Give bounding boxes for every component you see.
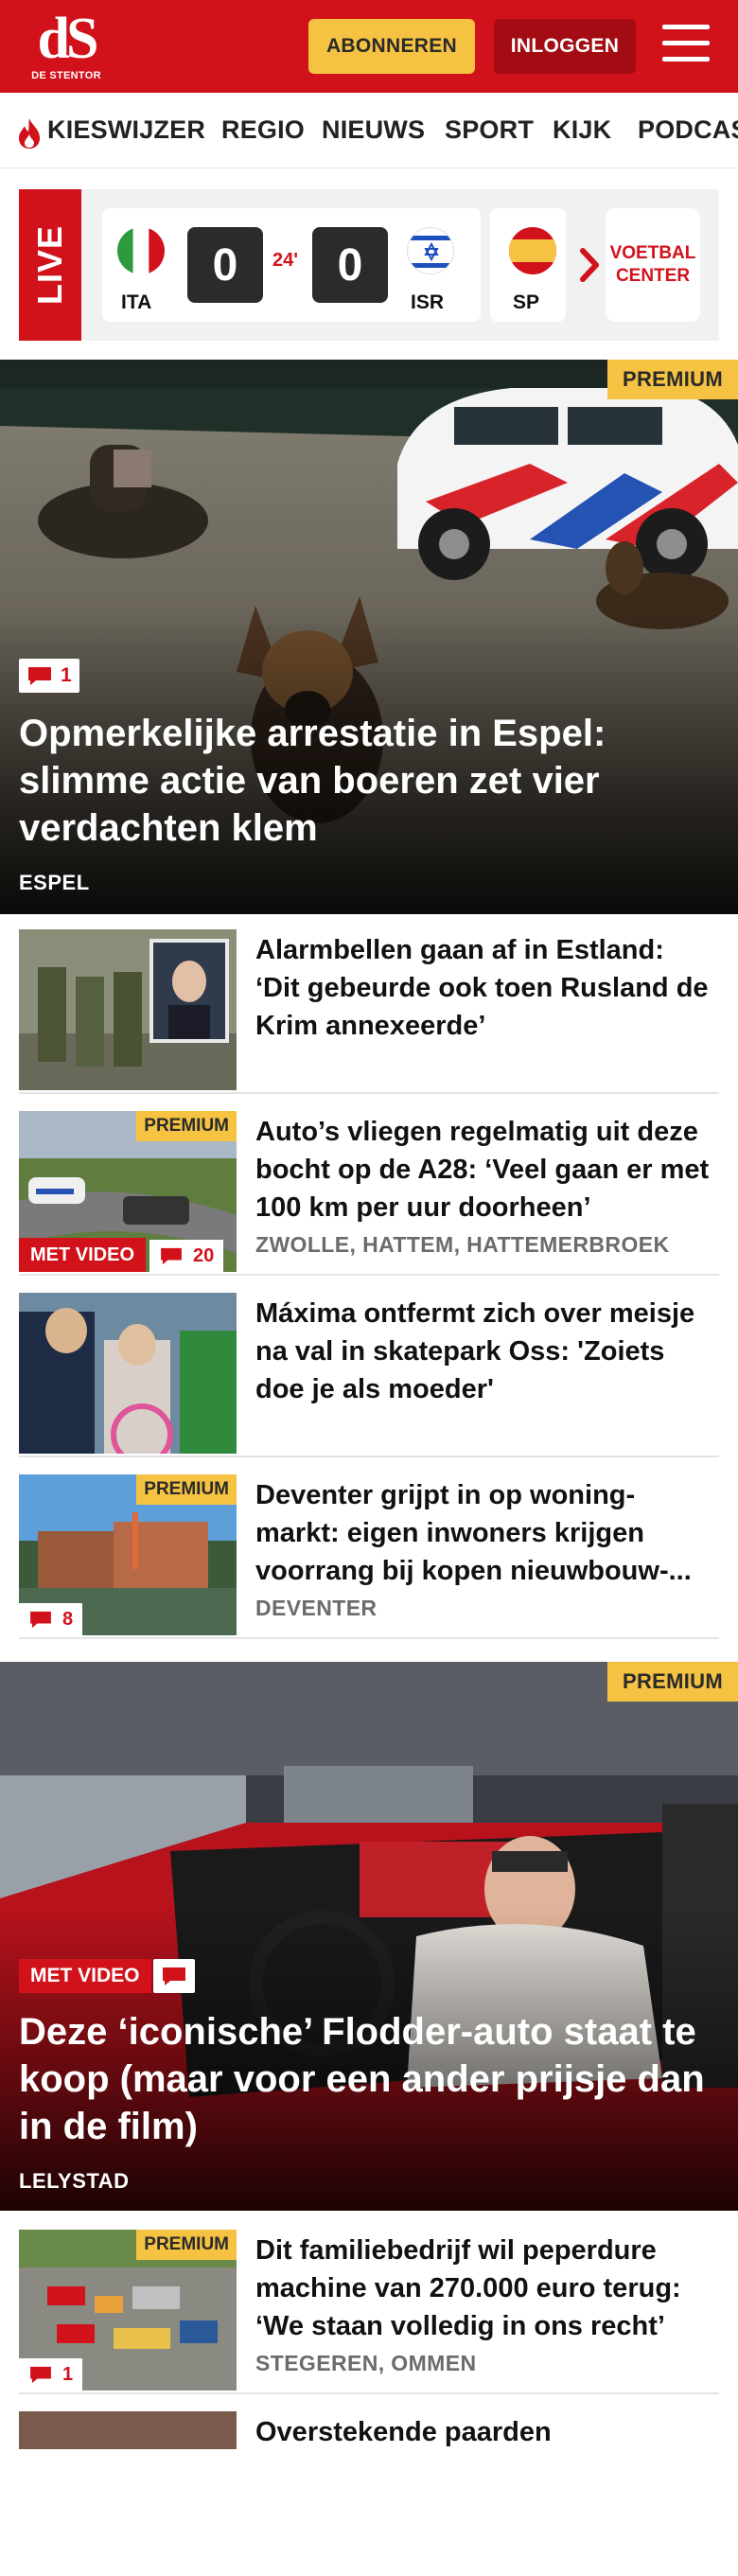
comment-count-badge[interactable]: 1 xyxy=(19,2358,83,2391)
nav-item-podcast[interactable]: PODCAS xyxy=(638,115,738,145)
italy-flag-icon xyxy=(117,227,165,274)
article-title: Deventer grijpt in op woning­markt: eige… xyxy=(255,1480,692,1586)
article-location: STEGEREN, OMMEN xyxy=(255,2351,477,2375)
article-thumbnail: PREMIUM 1 xyxy=(19,2230,237,2391)
match-minute: 24' xyxy=(272,250,299,271)
chevron-right-icon[interactable] xyxy=(575,241,604,289)
article-thumbnail xyxy=(19,929,237,1090)
nav-item-regio[interactable]: REGIO xyxy=(221,115,305,145)
article-title: Overstekende paarden xyxy=(255,2417,552,2447)
logo-subtitle: DE STENTOR xyxy=(31,70,101,81)
live-match-card[interactable]: ITA 0 24' 0 ISR xyxy=(102,208,481,322)
flame-icon xyxy=(19,118,40,149)
comment-count-badge[interactable]: 1 xyxy=(19,659,79,693)
article-title: Auto’s vliegen regelmatig uit deze bocht… xyxy=(255,1117,710,1223)
menu-icon[interactable] xyxy=(662,25,712,66)
comment-icon xyxy=(28,667,51,685)
list-item[interactable]: PREMIUM 1 Dit familiebedrijf wil peperdu… xyxy=(19,2214,719,2394)
list-item[interactable]: Overstekende paarden xyxy=(19,2396,719,2576)
voetbal-center-link[interactable]: VOETBAL CENTER xyxy=(606,208,700,322)
article-location: ZWOLLE, HATTEM, HATTEMERBROEK xyxy=(255,1232,670,1257)
premium-badge: PREMIUM xyxy=(136,2230,237,2260)
nav-item-kieswijzer[interactable]: KIESWIJZER xyxy=(47,115,205,145)
hero-location: LELYSTAD xyxy=(19,2169,130,2193)
premium-badge: PREMIUM xyxy=(136,1111,237,1141)
next-team-code: SP xyxy=(513,291,540,313)
article-thumbnail xyxy=(19,2411,237,2449)
video-badge: MET VIDEO xyxy=(19,1238,147,1272)
comment-icon xyxy=(30,1611,51,1629)
site-logo[interactable]: dS DE STENTOR xyxy=(26,7,106,83)
next-match-card[interactable]: SP xyxy=(490,208,566,322)
away-team-code: ISR xyxy=(411,291,445,313)
nav-item-kijk[interactable]: KIJK xyxy=(553,115,611,145)
spain-flag-icon xyxy=(509,227,556,274)
article-location: DEVENTER xyxy=(255,1596,378,1620)
list-item[interactable]: PREMIUM MET VIDEO 20 Auto’s vliegen rege… xyxy=(19,1096,719,1276)
article-thumbnail: PREMIUM 8 xyxy=(19,1474,237,1635)
live-scores-widget: LIVE ITA 0 24' 0 ISR SP VOETBAL CENTER xyxy=(19,189,719,341)
comment-count-badge[interactable]: 8 xyxy=(19,1603,83,1635)
live-label: LIVE xyxy=(19,189,81,341)
logo-mark: dS xyxy=(37,7,99,71)
hero-location: ESPEL xyxy=(19,871,90,894)
article-thumbnail: PREMIUM MET VIDEO 20 xyxy=(19,1111,237,1272)
hero-title: Opmerkelijke arrestatie in Espel: slimme… xyxy=(19,713,606,849)
list-item[interactable]: PREMIUM 8 Deventer grijpt in op woning­m… xyxy=(19,1459,719,1639)
article-title: Dit familiebedrijf wil peperdure machine… xyxy=(255,2235,681,2341)
comment-icon xyxy=(163,1967,185,1985)
nav-item-nieuws[interactable]: NIEUWS xyxy=(322,115,425,145)
article-thumbnail xyxy=(19,1293,237,1454)
away-score: 0 xyxy=(312,227,388,303)
hero-title: Deze ‘iconische’ Flodder-auto staat te k… xyxy=(19,2011,705,2147)
subscribe-button[interactable]: ABONNEREN xyxy=(308,19,475,74)
premium-badge: PREMIUM xyxy=(607,360,738,399)
hero-article-1[interactable]: PREMIUM 1 Opmerkelijke arrestatie in Esp… xyxy=(0,360,738,914)
comment-icon xyxy=(161,1247,182,1265)
comment-badge[interactable] xyxy=(153,1959,195,1993)
video-badge: MET VIDEO xyxy=(19,1959,151,1993)
israel-flag-icon xyxy=(407,227,454,274)
premium-badge: PREMIUM xyxy=(136,1474,237,1505)
hero-article-2[interactable]: PREMIUM MET VIDEO Deze ‘iconische’ Flodd… xyxy=(0,1662,738,2211)
home-score: 0 xyxy=(187,227,263,303)
article-title: Alarmbellen gaan af in Estland: ‘Dit geb… xyxy=(255,935,709,1041)
login-button[interactable]: INLOGGEN xyxy=(494,19,636,74)
nav-item-sport[interactable]: SPORT xyxy=(445,115,534,145)
list-item[interactable]: Alarmbellen gaan af in Estland: ‘Dit geb… xyxy=(19,914,719,1094)
top-header: dS DE STENTOR ABONNEREN INLOGGEN xyxy=(0,0,738,93)
list-item[interactable]: Máxima ontfermt zich over meisje na val … xyxy=(19,1278,719,1457)
home-team-code: ITA xyxy=(121,291,152,313)
article-title: Máxima ontfermt zich over meisje na val … xyxy=(255,1298,695,1404)
comment-count-badge[interactable]: 20 xyxy=(149,1240,224,1272)
premium-badge: PREMIUM xyxy=(607,1662,738,1702)
comment-icon xyxy=(30,2366,51,2384)
main-nav: KIESWIJZER REGIO NIEUWS SPORT KIJK PODCA… xyxy=(0,93,738,168)
